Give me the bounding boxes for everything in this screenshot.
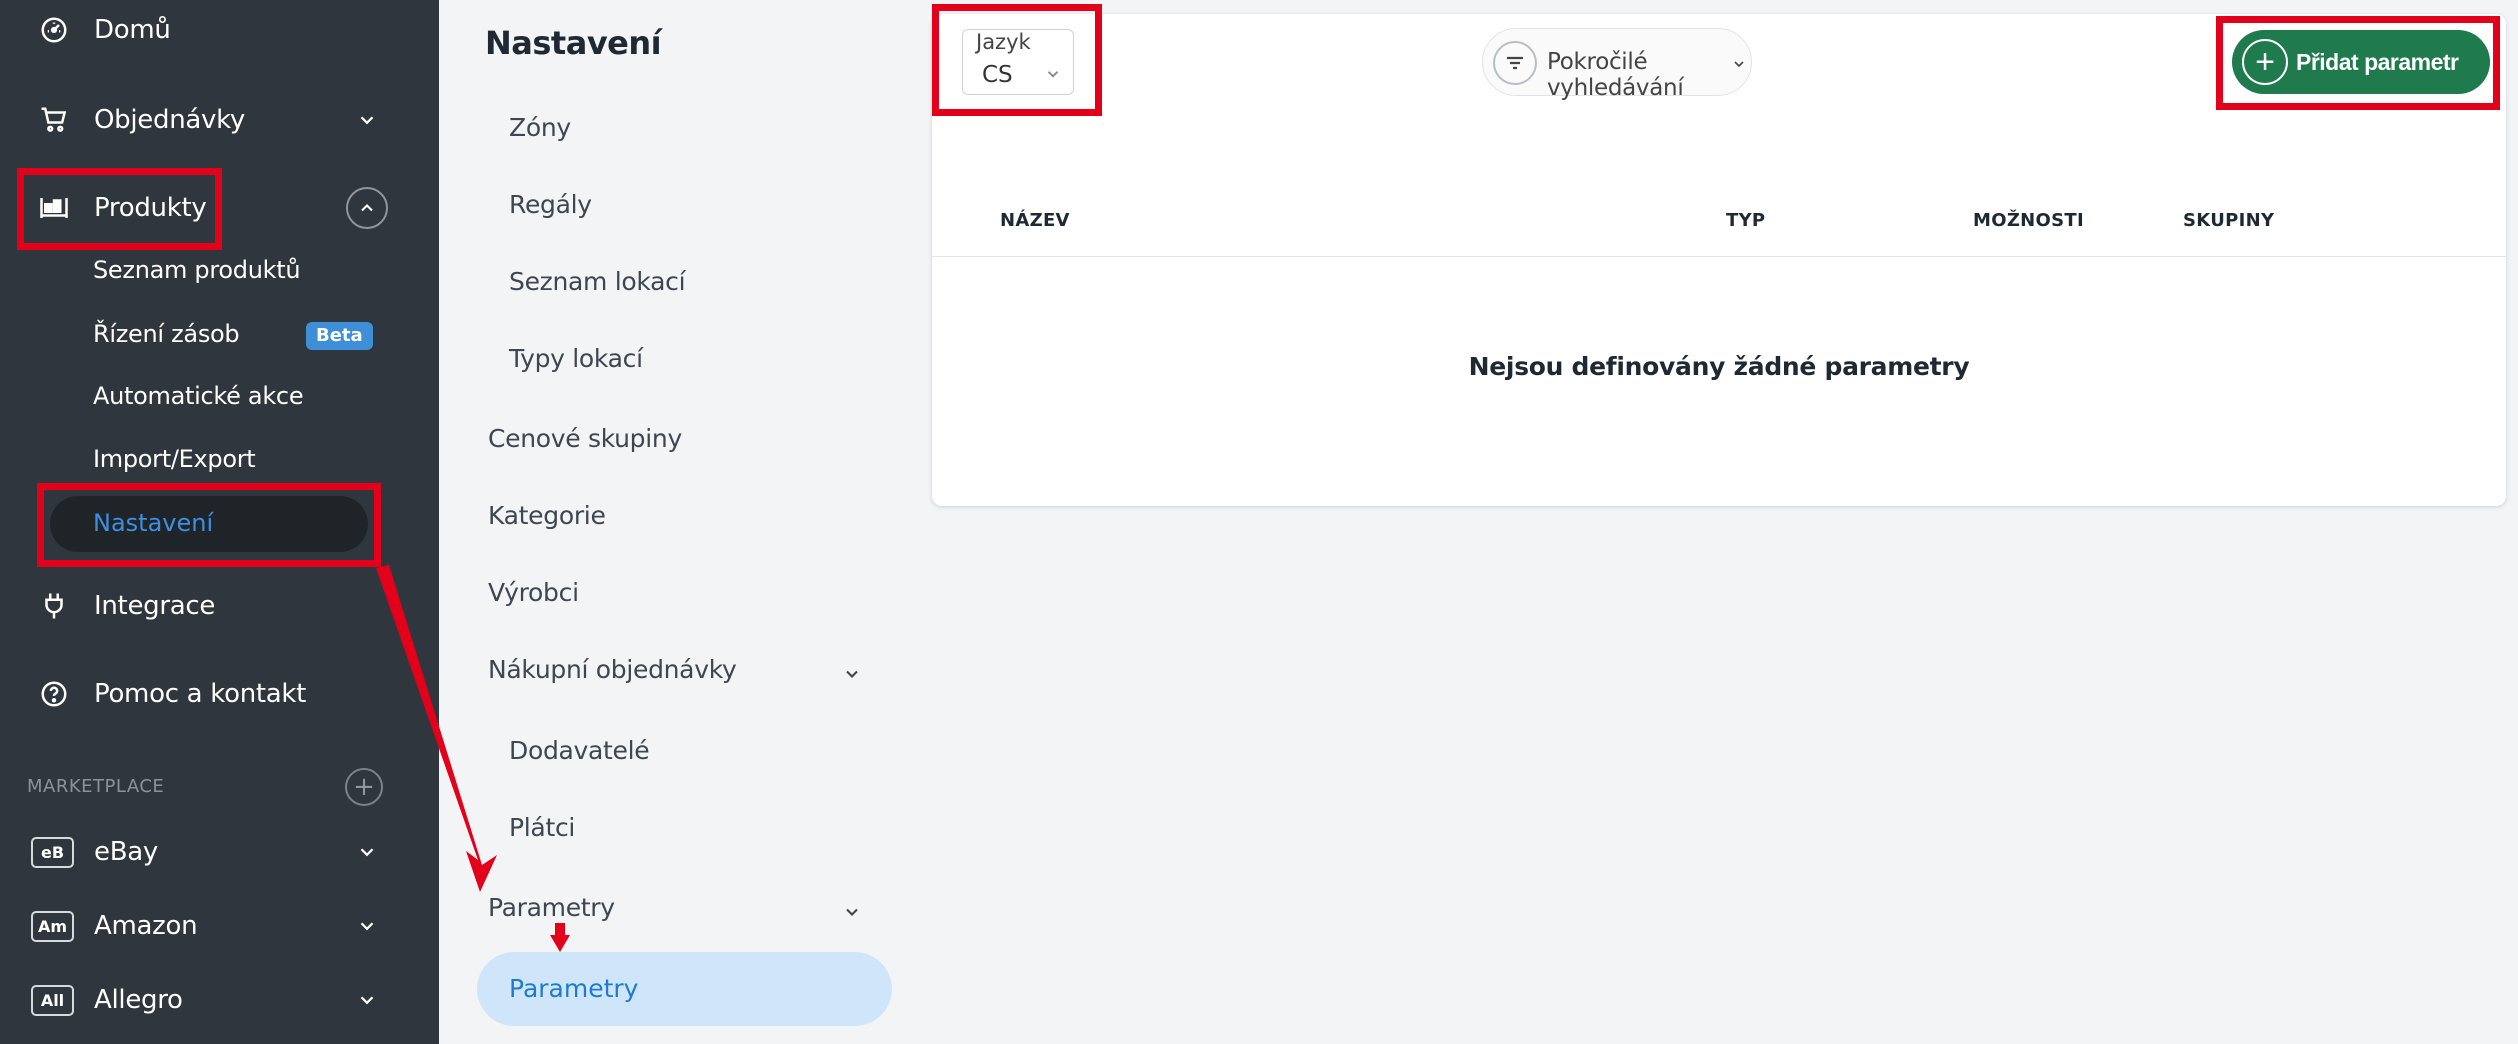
column-header-groups[interactable]: SKUPINY — [2183, 210, 2274, 231]
column-header-type[interactable]: TYP — [1726, 210, 1765, 231]
amazon-icon: Am — [31, 910, 74, 942]
chevron-down-icon[interactable] — [842, 664, 862, 684]
column-header-name[interactable]: NÁZEV — [1000, 210, 1070, 231]
sidebar-item-ebay[interactable]: eB eBay — [0, 822, 439, 882]
chevron-up-icon[interactable] — [346, 187, 388, 229]
ebay-icon: eB — [31, 836, 74, 868]
settings-item-parameters[interactable]: Parametry — [477, 952, 892, 1026]
settings-item-zones[interactable]: Zóny — [509, 113, 571, 142]
settings-nav: Nastavení Zóny Regály Seznam lokací Typy… — [439, 0, 909, 1044]
chevron-down-icon — [1731, 56, 1747, 72]
sidebar-item-label: eBay — [94, 837, 158, 867]
highlight-language — [932, 4, 1102, 116]
settings-item-purchase-orders[interactable]: Nákupní objednávky — [488, 655, 737, 684]
marketplace-title: MARKETPLACE — [27, 776, 165, 797]
table-header-divider — [932, 256, 2506, 257]
sidebar-item-allegro[interactable]: All Allegro — [0, 970, 439, 1030]
sidebar-item-home[interactable]: Domů — [0, 0, 439, 60]
chevron-down-icon[interactable] — [356, 989, 378, 1011]
highlight-settings — [37, 483, 381, 567]
advanced-search-button[interactable]: Pokročilé vyhledávání — [1482, 28, 1752, 101]
settings-item-payers[interactable]: Plátci — [509, 813, 575, 842]
chevron-down-icon[interactable] — [356, 915, 378, 937]
settings-item-categories[interactable]: Kategorie — [488, 501, 606, 530]
settings-item-manufacturers[interactable]: Výrobci — [488, 578, 579, 607]
settings-item-parameters-group[interactable]: Parametry — [488, 893, 615, 922]
chevron-down-icon[interactable] — [842, 902, 862, 922]
dashboard-icon — [38, 14, 70, 46]
sidebar-item-label: Pomoc a kontakt — [94, 679, 307, 709]
empty-state-message: Nejsou definovány žádné parametry — [1468, 352, 1970, 381]
chevron-down-icon[interactable] — [356, 109, 378, 131]
settings-item-location-types[interactable]: Typy lokací — [509, 344, 643, 373]
cart-icon — [38, 104, 70, 136]
chevron-down-icon[interactable] — [356, 841, 378, 863]
settings-item-suppliers[interactable]: Dodavatelé — [509, 736, 650, 765]
beta-badge: Beta — [306, 322, 373, 350]
sidebar-item-label: Amazon — [94, 911, 198, 941]
settings-item-price-groups[interactable]: Cenové skupiny — [488, 424, 682, 453]
filter-icon — [1493, 41, 1537, 85]
sidebar-item-amazon[interactable]: Am Amazon — [0, 896, 439, 956]
sidebar-item-label: Domů — [94, 15, 171, 45]
highlight-add-button — [2216, 16, 2500, 110]
advanced-search-label: Pokročilé vyhledávání — [1547, 49, 1684, 101]
settings-title: Nastavení — [485, 24, 662, 62]
help-icon — [38, 678, 70, 710]
settings-item-label: Parametry — [509, 974, 639, 1003]
sidebar-item-label: Objednávky — [94, 105, 246, 135]
sidebar-item-label: Allegro — [94, 985, 183, 1015]
allegro-icon: All — [31, 984, 74, 1016]
sidebar-subitem-import-export[interactable]: Import/Export — [93, 445, 256, 473]
plug-icon — [38, 590, 70, 622]
sidebar-subitem-auto-actions[interactable]: Automatické akce — [93, 382, 304, 410]
column-header-options[interactable]: MOŽNOSTI — [1973, 210, 2084, 231]
settings-item-shelves[interactable]: Regály — [509, 190, 592, 219]
sidebar-subitem-stock[interactable]: Řízení zásob — [93, 320, 240, 348]
sidebar-item-label: Integrace — [94, 591, 216, 621]
sidebar-subitem-product-list[interactable]: Seznam produktů — [93, 256, 301, 284]
highlight-products — [17, 168, 222, 250]
sidebar-item-integrations[interactable]: Integrace — [0, 576, 439, 636]
sidebar-item-help[interactable]: Pomoc a kontakt — [0, 664, 439, 724]
sidebar-item-orders[interactable]: Objednávky — [0, 90, 439, 150]
add-marketplace-button[interactable]: + — [345, 768, 383, 806]
settings-item-locations-list[interactable]: Seznam lokací — [509, 267, 686, 296]
